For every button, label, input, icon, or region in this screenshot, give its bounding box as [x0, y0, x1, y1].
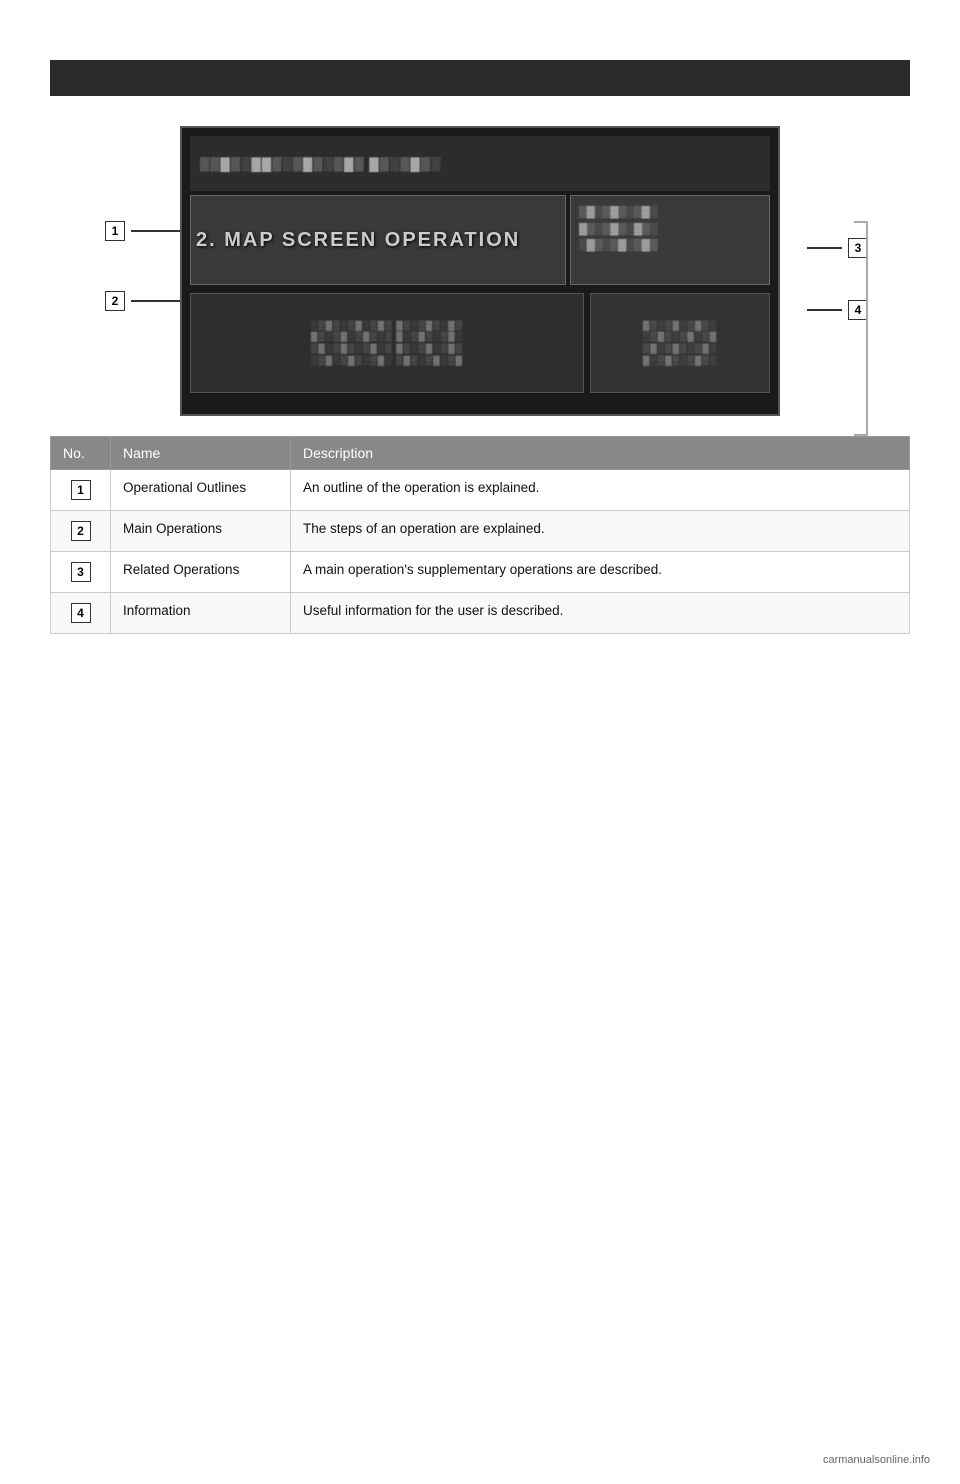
left-annotations: 1 2 [105, 221, 186, 311]
right-bracket [854, 221, 868, 436]
table-cell-no: 1 [51, 470, 111, 511]
table-cell-name: Main Operations [111, 511, 291, 552]
page-wrapper: 1 2 ▒▒▓▒░▓▓▒░▒▓▒░▒▓▒ ▓▒░▒▓▒░ 2. MAP SCRE… [0, 0, 960, 1484]
table-cell-name: Information [111, 593, 291, 634]
illus-big-text: 2. MAP SCREEN OPERATION [196, 229, 520, 252]
badge-2-left: 2 [105, 291, 125, 311]
table-row: 2 Main OperationsThe steps of an operatio… [51, 511, 910, 552]
illus-bottom: ░▒▓▒░▒▓░▒▓▒ ▓▒░▒▓▒░▓▒ ▓▒░▒▓░▒▓▒░▒ ▓░▒▓▒░… [190, 293, 770, 393]
annotation-row-1: 1 [105, 221, 186, 241]
illus-bot-right: ▓▒░▒▓░▒▓▒░ ░▒▓▒░▒▓░▒▓ ▒▓░▒▓▒░▒▓░ ▓░▒▓▒░▒… [590, 293, 770, 393]
annot-line-2 [131, 300, 186, 302]
col-header-name: Name [111, 437, 291, 470]
badge-table-3: 3 [71, 562, 91, 582]
illus-noise-left: ░▒▓▒░▒▓░▒▓▒ ▓▒░▒▓▒░▓▒ ▓▒░▒▓░▒▓▒░▒ ▓░▒▓▒░… [306, 315, 468, 372]
table-cell-description: Useful information for the user is descr… [291, 593, 910, 634]
table-cell-description: A main operation's supplementary operati… [291, 552, 910, 593]
table-row: 4 InformationUseful information for the u… [51, 593, 910, 634]
badge-1-left: 1 [105, 221, 125, 241]
badge-table-1: 1 [71, 480, 91, 500]
info-table: No. Name Description 1 Operational Outlin… [50, 436, 910, 634]
badge-table-4: 4 [71, 603, 91, 623]
table-cell-description: An outline of the operation is explained… [291, 470, 910, 511]
illus-mid-left: 2. MAP SCREEN OPERATION [190, 195, 566, 285]
annot-line-1 [131, 230, 186, 232]
table-cell-no: 3 [51, 552, 111, 593]
illustration-box: ▒▒▓▒░▓▓▒░▒▓▒░▒▓▒ ▓▒░▒▓▒░ 2. MAP SCREEN O… [180, 126, 780, 416]
col-header-description: Description [291, 437, 910, 470]
annotation-row-2: 2 [105, 291, 186, 311]
table-cell-no: 2 [51, 511, 111, 552]
table-row: 3 Related OperationsA main operation's su… [51, 552, 910, 593]
illus-mid-right: ▒▓░▒▓▒░▒▓░▓▒░▒▓▒░▓▒░░▓▒░▒▓░▒▓▒ [570, 195, 770, 285]
table-cell-no: 4 [51, 593, 111, 634]
header-bar [50, 60, 910, 96]
table-header-row: No. Name Description [51, 437, 910, 470]
illus-bot-left: ░▒▓▒░▒▓░▒▓▒ ▓▒░▒▓▒░▓▒ ▓▒░▒▓░▒▓▒░▒ ▓░▒▓▒░… [190, 293, 584, 393]
table-row: 1 Operational OutlinesAn outline of the o… [51, 470, 910, 511]
illus-noise-right: ▓▒░▒▓░▒▓▒░ ░▒▓▒░▒▓░▒▓ ▒▓░▒▓▒░▒▓░ ▓░▒▓▒░▒… [638, 315, 722, 372]
table-cell-name: Related Operations [111, 552, 291, 593]
annot-line-4 [807, 309, 842, 311]
illus-top: ▒▒▓▒░▓▓▒░▒▓▒░▒▓▒ ▓▒░▒▓▒░ [190, 136, 770, 191]
illustration-container: 1 2 ▒▒▓▒░▓▓▒░▒▓▒░▒▓▒ ▓▒░▒▓▒░ 2. MAP SCRE… [50, 126, 910, 416]
table-cell-name: Operational Outlines [111, 470, 291, 511]
table-section: No. Name Description 1 Operational Outlin… [50, 436, 910, 634]
annot-line-3 [807, 247, 842, 249]
col-header-no: No. [51, 437, 111, 470]
illus-middle: 2. MAP SCREEN OPERATION ▒▓░▒▓▒░▒▓░▓▒░▒▓▒… [190, 195, 770, 285]
badge-table-2: 2 [71, 521, 91, 541]
table-cell-description: The steps of an operation are explained. [291, 511, 910, 552]
illus-top-text: ▒▒▓▒░▓▓▒░▒▓▒░▒▓▒ ▓▒░▒▓▒░ [200, 156, 441, 171]
footer-watermark: carmanualsonline.info [823, 1454, 930, 1466]
